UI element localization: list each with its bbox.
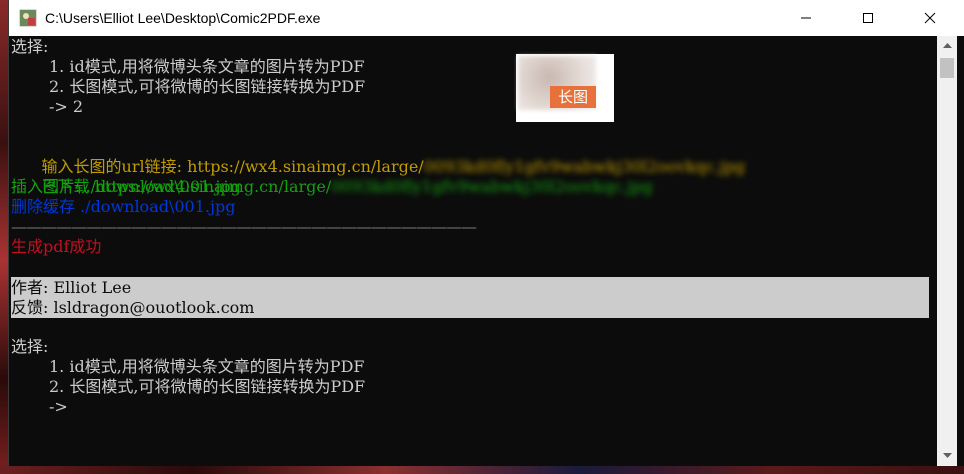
vertical-scrollbar[interactable] (937, 36, 957, 466)
menu-option-long-image-mode-2: 2. 长图模式,可将微博的长图链接转换为PDF (49, 377, 366, 396)
scrollbar-thumb[interactable] (940, 58, 954, 78)
scroll-up-arrow-icon (942, 43, 952, 48)
title-bar[interactable]: C:\Users\Elliot Lee\Desktop\Comic2PDF.ex… (9, 0, 964, 36)
console-window: C:\Users\Elliot Lee\Desktop\Comic2PDF.ex… (8, 0, 964, 466)
feedback-line: 反馈: lsldragon@ouotlook.com (11, 298, 255, 317)
url-input-line: 输入长图的url链接: https://wx4.sinaimg.cn/large… (11, 137, 746, 176)
maximize-icon (863, 13, 873, 23)
close-button[interactable] (907, 0, 953, 36)
console-output[interactable]: 选择: 1. id模式,用将微博头条文章的图片转为PDF 2. 长图模式,可将微… (11, 37, 937, 466)
menu-option-long-image-mode: 2. 长图模式,可将微博的长图链接转换为PDF (49, 77, 366, 96)
menu-prompt: 选择: (11, 37, 49, 56)
close-icon (924, 12, 936, 24)
long-image-thumbnail: 长图 (516, 54, 614, 122)
menu-option-id-mode-2: 1. id模式,用将微博头条文章的图片转为PDF (49, 357, 365, 376)
scroll-down-button[interactable] (937, 446, 957, 466)
author-line: 作者: Elliot Lee (11, 278, 132, 297)
downloaded-line: 已下载 https://wx4.sinaimg.cn/large/0093kd0… (11, 157, 653, 196)
input-cursor-prompt[interactable]: -> (11, 397, 68, 417)
desktop-background-left (0, 0, 8, 474)
maximize-button[interactable] (845, 0, 891, 36)
scroll-down-arrow-icon (942, 453, 952, 458)
success-message: 生成pdf成功 (11, 237, 102, 256)
scroll-up-button[interactable] (937, 36, 957, 56)
window-title: C:\Users\Elliot Lee\Desktop\Comic2PDF.ex… (45, 10, 321, 26)
minimize-icon (801, 17, 811, 19)
menu-prompt-2: 选择: (11, 337, 49, 356)
author-info-box: 作者: Elliot Lee 反馈: lsldragon@ouotlook.co… (11, 277, 929, 318)
separator-line: ——————————————————————————————— (11, 217, 477, 236)
deleted-cache-line: 删除缓存 ./download\001.jpg (11, 197, 236, 216)
desktop-background-bottom (0, 466, 964, 474)
long-image-badge: 长图 (550, 86, 596, 108)
downloaded-blurred: 0093kd0fly1gfv9wabwkj30l2oovkqc.jpg (331, 177, 653, 196)
menu-answer: -> 2 (49, 97, 84, 116)
menu-option-id-mode: 1. id模式,用将微博头条文章的图片转为PDF (49, 57, 365, 76)
inserted-image-line: 插入图片: ./download\001.jpg (11, 177, 241, 196)
app-icon[interactable] (19, 9, 37, 27)
minimize-button[interactable] (783, 0, 829, 36)
